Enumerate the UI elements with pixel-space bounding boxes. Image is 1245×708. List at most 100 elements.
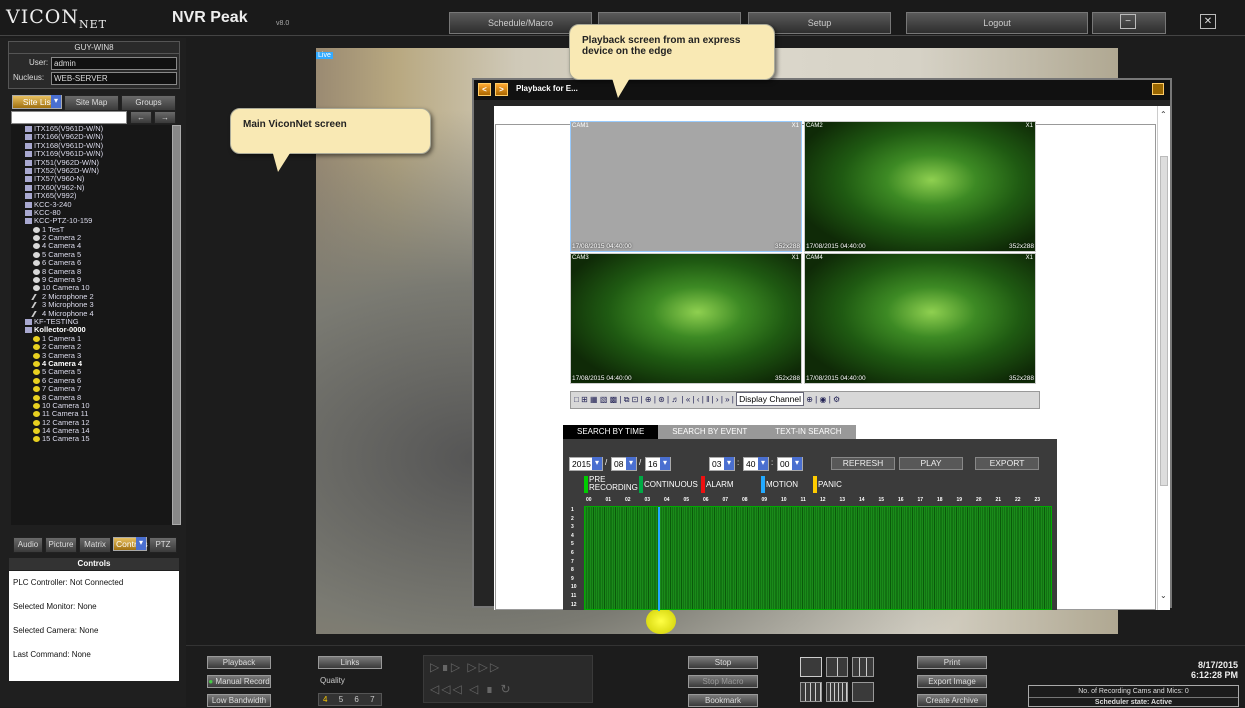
fast-forward-icon[interactable]: » <box>725 395 729 404</box>
tab-search-by-event[interactable]: SEARCH BY EVENT <box>658 425 762 439</box>
rewind-icon[interactable]: « <box>686 395 690 404</box>
layout-3x3-icon[interactable] <box>852 657 874 677</box>
tab-picture[interactable]: Picture <box>45 537 77 553</box>
layout-5x5-icon[interactable] <box>826 682 848 702</box>
zoom-icon[interactable]: ⊕ <box>645 395 652 404</box>
links-button[interactable]: Links <box>318 656 382 669</box>
tree-item[interactable]: 8 Camera 8 <box>11 393 174 402</box>
stop-button[interactable]: Stop <box>688 656 758 669</box>
tree-item[interactable]: 4 Camera 4 <box>11 242 174 250</box>
network-icon[interactable]: ⊕ <box>806 395 813 404</box>
layout-1-icon[interactable]: □ <box>571 395 579 404</box>
tree-item[interactable]: 3 Camera 3 <box>11 351 174 360</box>
tree-item[interactable]: 14 Camera 14 <box>11 426 174 435</box>
scroll-up-icon[interactable]: ⌃ <box>1160 110 1167 119</box>
user-field[interactable]: admin <box>51 57 177 70</box>
play-icon[interactable]: › <box>716 395 719 404</box>
layout-16-icon[interactable]: ▩ <box>610 395 618 404</box>
tree-item[interactable]: KCC-PTZ-10-159 <box>11 217 174 225</box>
tab-site-map[interactable]: Site Map <box>64 95 119 111</box>
tab-ptz[interactable]: PTZ <box>149 537 177 553</box>
tree-item[interactable]: 1 Camera 1 <box>11 334 174 343</box>
tree-scrollbar[interactable] <box>172 125 181 525</box>
layout-4x4-icon[interactable] <box>800 682 822 702</box>
settings-icon[interactable]: ⚙ <box>833 395 840 404</box>
step-back-icon[interactable]: ‹ <box>697 395 700 404</box>
tab-audio[interactable]: Audio <box>13 537 43 553</box>
tree-item[interactable]: 11 Camera 11 <box>11 410 174 418</box>
export-button[interactable]: EXPORT <box>975 457 1039 470</box>
play-button[interactable]: PLAY <box>899 457 963 470</box>
tree-item[interactable]: 12 Camera 12 <box>11 418 174 427</box>
tree-item[interactable]: 2 Camera 2 <box>11 342 174 351</box>
cam1-view[interactable]: CAM1 X1 17/08/2015 04:40:00 352x288 <box>570 121 802 252</box>
hour-select[interactable]: 03 <box>709 457 735 471</box>
tree-item[interactable]: 7 Camera 7 <box>11 384 174 393</box>
day-select[interactable]: 16 <box>645 457 671 471</box>
nucleus-field[interactable]: WEB-SERVER <box>51 72 177 85</box>
tab-groups[interactable]: Groups <box>121 95 176 111</box>
quality-levels[interactable]: 4 5 6 7 <box>318 693 382 706</box>
cam4-view[interactable]: CAM4 X1 17/08/2015 04:40:00 352x288 <box>804 253 1036 384</box>
site-search-input[interactable] <box>11 111 127 124</box>
second-select[interactable]: 00 <box>777 457 803 471</box>
layout-6-icon[interactable]: ▦ <box>590 395 598 404</box>
minimize-icon[interactable]: − <box>1120 14 1136 29</box>
tree-item[interactable]: 1 TesT <box>11 225 174 234</box>
print-button[interactable]: Print <box>917 656 987 669</box>
playback-menu-icon[interactable] <box>1152 83 1164 95</box>
layout-4-icon[interactable]: ⊞ <box>581 395 588 404</box>
fullscreen-toggle-icon[interactable] <box>852 682 874 702</box>
month-select[interactable]: 08 <box>611 457 637 471</box>
site-tree[interactable]: ITX165(V961D-W/N) ITX166(V962D-W/N) ITX168… <box>11 125 174 525</box>
refresh-button[interactable]: REFRESH <box>831 457 895 470</box>
manual-record-button[interactable]: ● Manual Record <box>207 675 271 688</box>
recording-timeline[interactable] <box>584 506 1052 611</box>
tab-matrix[interactable]: Matrix <box>79 537 111 553</box>
scroll-thumb[interactable] <box>1160 156 1168 486</box>
layout-1x1-icon[interactable] <box>800 657 822 677</box>
tree-item[interactable]: 8 Camera 8 <box>11 267 174 276</box>
logout-button[interactable]: Logout <box>906 12 1088 34</box>
tree-item[interactable]: 15 Camera 15 <box>11 435 174 443</box>
tree-item[interactable]: 2 Camera 2 <box>11 233 174 242</box>
tree-item[interactable]: 4 Camera 4 <box>11 359 174 368</box>
tab-site-list[interactable]: Site List <box>12 95 62 109</box>
ptz-icon[interactable]: ⊛ <box>658 395 665 404</box>
audio-icon[interactable]: ♬ <box>671 395 679 404</box>
tab-controls[interactable]: Controls <box>113 537 148 551</box>
tab-text-in-search[interactable]: TEXT-IN SEARCH <box>761 425 856 439</box>
tree-item[interactable]: 5 Camera 5 <box>11 368 174 376</box>
snapshot-icon[interactable]: ⧉ <box>624 395 630 404</box>
tree-item[interactable]: Kollector-0000 <box>11 326 174 334</box>
tree-item[interactable]: 6 Camera 6 <box>11 259 174 267</box>
layout-9-icon[interactable]: ▧ <box>600 395 608 404</box>
tab-search-by-time[interactable]: SEARCH BY TIME <box>563 425 659 439</box>
ptz-controls[interactable]: ▷∎▷ ▷▷▷ ◁◁◁ ◁ ∎ ↻ <box>423 655 593 703</box>
display-channel-select[interactable]: Display Channel <box>736 392 805 406</box>
tree-item[interactable]: 9 Camera 9 <box>11 275 174 284</box>
pause-icon[interactable]: ‖ <box>706 395 709 404</box>
stop-macro-button[interactable]: Stop Macro <box>688 675 758 688</box>
fullscreen-icon[interactable]: ⊡ <box>632 395 639 404</box>
create-archive-button[interactable]: Create Archive <box>917 694 987 707</box>
tree-item[interactable]: 6 Camera 6 <box>11 376 174 385</box>
tree-item[interactable]: 5 Camera 5 <box>11 250 174 259</box>
search-prev-button[interactable]: ← <box>130 111 152 124</box>
layout-2x2-icon[interactable] <box>826 657 848 677</box>
playback-button[interactable]: Playback <box>207 656 271 669</box>
low-bandwidth-button[interactable]: Low Bandwidth <box>207 694 271 707</box>
tree-item[interactable]: 10 Camera 10 <box>11 401 174 410</box>
scroll-down-icon[interactable]: ⌄ <box>1160 591 1167 600</box>
bookmark-button[interactable]: Bookmark <box>688 694 758 707</box>
minute-select[interactable]: 40 <box>743 457 769 471</box>
back-arrow-icon[interactable]: < <box>478 83 491 96</box>
export-image-button[interactable]: Export Image <box>917 675 987 688</box>
playback-scrollbar[interactable]: ⌃ ⌄ <box>1157 106 1170 610</box>
cam2-view[interactable]: CAM2 X1 17/08/2015 04:40:00 352x288 <box>804 121 1036 252</box>
camera-icon[interactable]: ◉ <box>819 395 826 404</box>
close-icon[interactable]: ✕ <box>1200 14 1216 29</box>
forward-arrow-icon[interactable]: > <box>495 83 508 96</box>
search-next-button[interactable]: → <box>154 111 176 124</box>
tree-item[interactable]: 4 Microphone 4 <box>11 309 174 318</box>
